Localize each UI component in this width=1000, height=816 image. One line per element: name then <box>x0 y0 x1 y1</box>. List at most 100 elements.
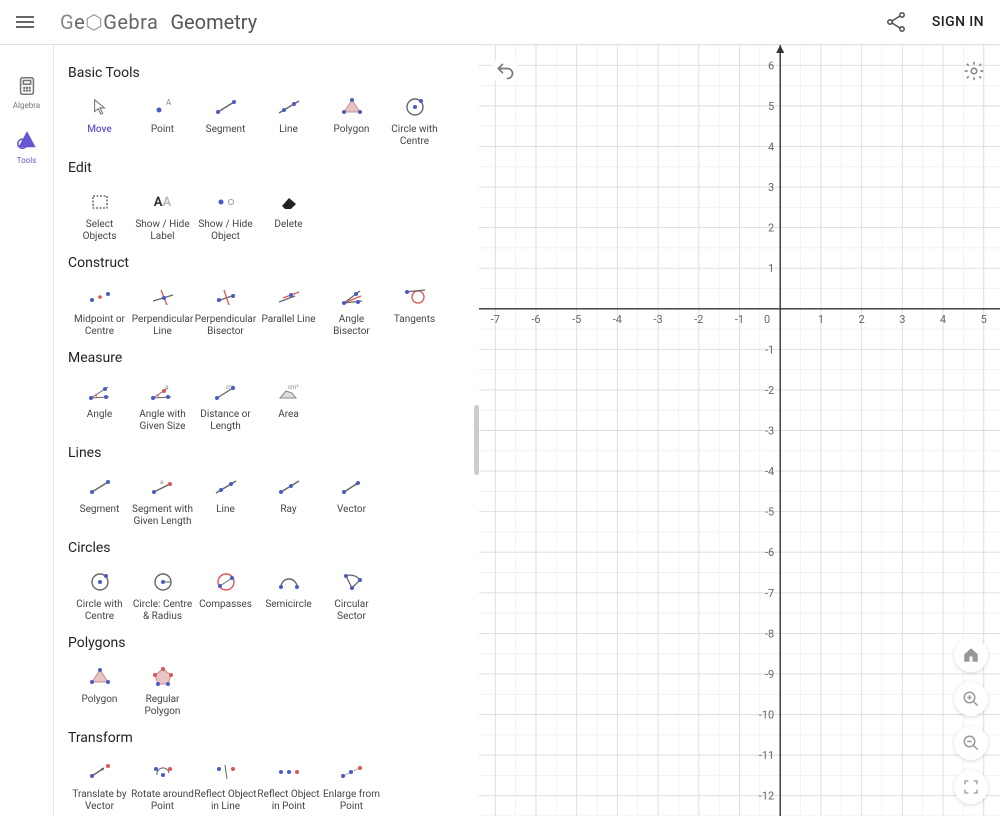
tool-ray[interactable]: Ray <box>257 471 320 532</box>
graph-settings-button[interactable] <box>960 57 988 85</box>
tool-show-hide-label[interactable]: AA Show / Hide Label <box>131 186 194 247</box>
tool-vector[interactable]: Vector <box>320 471 383 532</box>
circle-radius-icon <box>146 570 180 594</box>
rail-algebra[interactable]: Algebra <box>0 75 53 110</box>
tool-circle-radius[interactable]: Circle: Centre & Radius <box>131 566 194 627</box>
tool-point[interactable]: A Point <box>131 91 194 152</box>
tool-tangents[interactable]: Tangents <box>383 281 446 342</box>
fullscreen-button[interactable] <box>954 770 988 804</box>
polygon-icon <box>83 665 117 689</box>
tool-line-2[interactable]: Line <box>194 471 257 532</box>
app-header: Ge⬡Gebra Geometry SIGN IN <box>0 0 1000 45</box>
zoom-out-icon <box>962 734 980 752</box>
tool-reflect-line[interactable]: Reflect Object in Line <box>194 756 257 816</box>
tool-parallel-line[interactable]: Parallel Line <box>257 281 320 342</box>
translate-icon <box>83 760 117 784</box>
svg-text:-3: -3 <box>765 425 774 438</box>
sign-in-button[interactable]: SIGN IN <box>932 14 984 30</box>
section-polygons: Polygons <box>68 635 469 651</box>
angle-size-icon: α <box>146 380 180 404</box>
tools-icon <box>16 130 38 152</box>
tool-circle-centre-2[interactable]: Circle with Centre <box>68 566 131 627</box>
tool-circle-centre[interactable]: Circle with Centre <box>383 91 446 152</box>
svg-text:-8: -8 <box>765 627 774 640</box>
midpoint-icon <box>83 285 117 309</box>
coordinate-grid: -7-6-5-4-3-2-1012345654321-1-2-3-4-5-6-7… <box>479 45 1000 816</box>
svg-text:-7: -7 <box>765 587 774 600</box>
tool-distance[interactable]: cm Distance or Length <box>194 376 257 437</box>
tool-select-objects[interactable]: Select Objects <box>68 186 131 247</box>
tool-line[interactable]: Line <box>257 91 320 152</box>
tool-delete[interactable]: Delete <box>257 186 320 247</box>
tool-area[interactable]: cm² Area <box>257 376 320 437</box>
graph-canvas[interactable]: -7-6-5-4-3-2-1012345654321-1-2-3-4-5-6-7… <box>479 45 1000 816</box>
tool-rotate[interactable]: Rotate around Point <box>131 756 194 816</box>
svg-text:3: 3 <box>899 313 905 326</box>
polygon-icon <box>335 95 369 119</box>
zoom-out-button[interactable] <box>954 726 988 760</box>
home-button[interactable] <box>954 638 988 672</box>
svg-text:-1: -1 <box>765 343 774 356</box>
svg-text:-1: -1 <box>735 313 744 326</box>
svg-text:-9: -9 <box>765 668 774 681</box>
undo-button[interactable] <box>491 57 519 85</box>
tool-show-hide-object[interactable]: Show / Hide Object <box>194 186 257 247</box>
tool-reflect-point[interactable]: Reflect Object in Point <box>257 756 320 816</box>
calculator-icon <box>16 75 38 97</box>
svg-text:a: a <box>160 479 163 486</box>
tool-angle-bisector[interactable]: Angle Bisector <box>320 281 383 342</box>
cursor-icon <box>83 95 117 119</box>
segment-icon <box>209 95 243 119</box>
rail-label: Algebra <box>13 101 40 110</box>
section-circles: Circles <box>68 540 469 556</box>
tool-angle[interactable]: Angle <box>68 376 131 437</box>
tool-enlarge[interactable]: Enlarge from Point <box>320 756 383 816</box>
circle-icon <box>83 570 117 594</box>
parallel-icon <box>272 285 306 309</box>
vector-icon <box>335 475 369 499</box>
ray-icon <box>272 475 306 499</box>
svg-text:-6: -6 <box>531 313 540 326</box>
circle-icon <box>398 95 432 119</box>
line-icon <box>272 95 306 119</box>
tool-angle-size[interactable]: α Angle with Given Size <box>131 376 194 437</box>
fullscreen-icon <box>963 779 979 795</box>
rail-tools[interactable]: Tools <box>0 130 53 165</box>
svg-text:-10: -10 <box>759 709 774 722</box>
menu-icon[interactable] <box>16 10 40 34</box>
zoom-in-button[interactable] <box>954 682 988 716</box>
svg-text:4: 4 <box>940 313 946 326</box>
section-lines: Lines <box>68 445 469 461</box>
page-title: Geometry <box>170 10 257 34</box>
tool-polygon-2[interactable]: Polygon <box>68 661 131 722</box>
tool-polygon[interactable]: Polygon <box>320 91 383 152</box>
svg-text:5: 5 <box>981 313 987 326</box>
tool-segment-length[interactable]: a Segment with Given Length <box>131 471 194 532</box>
tool-regular-polygon[interactable]: Regular Polygon <box>131 661 194 722</box>
tool-perpendicular-bisector[interactable]: Perpendicular Bisector <box>194 281 257 342</box>
tool-move[interactable]: Move <box>68 91 131 152</box>
svg-text:1: 1 <box>768 262 774 275</box>
reflect-line-icon <box>209 760 243 784</box>
compass-icon <box>209 570 243 594</box>
tool-compasses[interactable]: Compasses <box>194 566 257 627</box>
svg-text:2: 2 <box>768 222 774 235</box>
tool-sector[interactable]: Circular Sector <box>320 566 383 627</box>
tools-panel[interactable]: Basic Tools Move A Point Segment Line Po… <box>54 45 479 816</box>
section-construct: Construct <box>68 255 469 271</box>
tool-segment[interactable]: Segment <box>194 91 257 152</box>
tool-translate[interactable]: Translate by Vector <box>68 756 131 816</box>
share-icon[interactable] <box>884 10 908 34</box>
segment-icon <box>83 475 117 499</box>
tool-semicircle[interactable]: Semicircle <box>257 566 320 627</box>
tool-segment-2[interactable]: Segment <box>68 471 131 532</box>
sector-icon <box>335 570 369 594</box>
svg-text:0: 0 <box>764 313 770 326</box>
graph-float-controls <box>954 638 988 804</box>
tool-midpoint[interactable]: Midpoint or Centre <box>68 281 131 342</box>
section-transform: Transform <box>68 730 469 746</box>
enlarge-icon <box>335 760 369 784</box>
svg-text:-4: -4 <box>765 465 774 478</box>
svg-text:-11: -11 <box>759 749 774 762</box>
tool-perpendicular-line[interactable]: Perpendicular Line <box>131 281 194 342</box>
